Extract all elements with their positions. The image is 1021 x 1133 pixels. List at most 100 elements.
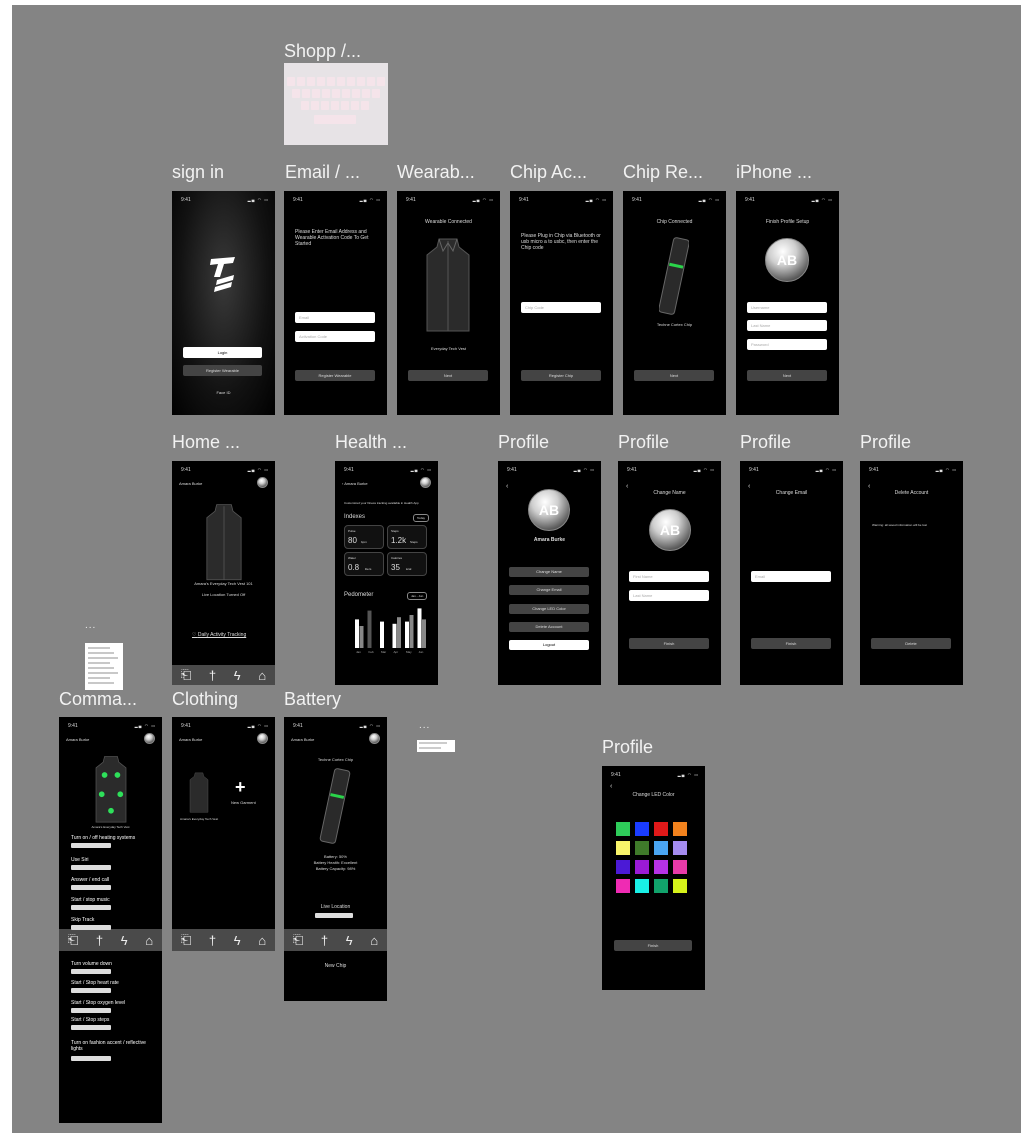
key-c[interactable]	[321, 101, 329, 110]
health-tab-icon[interactable]: ⎗	[181, 932, 191, 948]
pulse-tile[interactable]: Pulse 80 bpm	[344, 525, 384, 549]
signin-frame[interactable]: 9:41 ▂▄ ◠ ▭ Login Register Wearable Face…	[172, 191, 275, 415]
back-icon[interactable]: ‹	[868, 483, 870, 490]
color-swatch[interactable]	[635, 841, 649, 855]
clothing-tab-icon[interactable]: †	[321, 933, 328, 948]
command-list-thumbnail[interactable]	[85, 643, 123, 690]
color-swatch[interactable]	[654, 822, 668, 836]
home-frame[interactable]: 9:41 ▂▄ ◠ ▭ Amara Burke Amara's Everyday…	[172, 461, 275, 685]
color-swatch[interactable]	[616, 841, 630, 855]
pedometer-bar[interactable]	[405, 621, 409, 648]
chip-registered-frame[interactable]: 9:41 ▂▄ ◠ ▭ Chip Connected Techne Cortex…	[623, 191, 726, 415]
delete-button[interactable]: Delete	[871, 638, 951, 649]
key-o[interactable]	[367, 77, 375, 86]
change-email-frame[interactable]: 9:41 ▂▄ ◠ ▭ ‹ Change Email Email Finish	[740, 461, 843, 685]
calories-tile[interactable]: Calories 35 kcal	[387, 552, 427, 576]
change-email-button[interactable]: Change Email	[509, 585, 589, 595]
register-chip-button[interactable]: Register Chip	[521, 370, 601, 381]
commands-tab-icon[interactable]: ϟ	[346, 933, 353, 948]
delete-account-button[interactable]: Delete Account	[509, 622, 589, 632]
avatar[interactable]	[257, 477, 268, 488]
color-swatch[interactable]	[654, 879, 668, 893]
logout-button[interactable]: Logout	[509, 640, 589, 650]
range-toggle[interactable]: Jan - Jun	[407, 592, 428, 600]
home-tab-icon[interactable]: ⌂	[145, 933, 153, 948]
chip-activation-frame[interactable]: 9:41 ▂▄ ◠ ▭ Please Plug in Chip via Blue…	[510, 191, 613, 415]
key-m[interactable]	[361, 101, 369, 110]
more-icon[interactable]: ...	[85, 620, 96, 631]
color-swatch[interactable]	[635, 879, 649, 893]
back-icon[interactable]: ‹	[748, 483, 750, 490]
commands-tab-icon[interactable]: ϟ	[234, 668, 241, 683]
new-garment-label[interactable]: New Garment	[231, 800, 256, 805]
avatar[interactable]	[420, 477, 431, 488]
command-shortcut-field[interactable]	[71, 843, 111, 848]
back-icon[interactable]: ‹	[506, 483, 508, 490]
pedometer-bar[interactable]	[397, 617, 401, 648]
change-name-button[interactable]: Change Name	[509, 567, 589, 577]
key-a[interactable]	[292, 89, 300, 98]
last-name-field[interactable]: Last Name	[629, 590, 709, 601]
pedometer-bar[interactable]	[422, 619, 426, 648]
key-p[interactable]	[377, 77, 385, 86]
key-u[interactable]	[347, 77, 355, 86]
command-shortcut-field[interactable]	[71, 988, 111, 993]
avatar[interactable]	[257, 733, 268, 744]
avatar[interactable]: AB	[649, 509, 691, 551]
avatar[interactable]: AB	[765, 238, 809, 282]
key-t[interactable]	[327, 77, 335, 86]
home-tab-icon[interactable]: ⌂	[258, 933, 266, 948]
faceid-link[interactable]: Face ID	[172, 390, 275, 395]
command-shortcut-field[interactable]	[71, 1056, 111, 1061]
email-field[interactable]: Email	[751, 571, 831, 582]
key-b[interactable]	[341, 101, 349, 110]
daily-activity-link[interactable]: ♡ Daily Activity Tracking	[192, 632, 246, 638]
clothing-tab-icon[interactable]: †	[209, 933, 216, 948]
commands-frame[interactable]: 9:41 ▂▄ ◠ ▭ Amara Burke Amara's Everyday…	[59, 717, 162, 1123]
clothing-frame[interactable]: 9:41 ▂▄ ◠ ▭ Amara Burke Amara's Everyday…	[172, 717, 275, 951]
key-v[interactable]	[331, 101, 339, 110]
keyboard-frame[interactable]	[284, 63, 388, 145]
command-shortcut-field[interactable]	[71, 865, 111, 870]
profile-frame[interactable]: 9:41 ▂▄ ◠ ▭ ‹ AB Amara Burke Change Name…	[498, 461, 601, 685]
pedometer-bar[interactable]	[367, 610, 372, 648]
color-swatch[interactable]	[673, 841, 687, 855]
key-n[interactable]	[351, 101, 359, 110]
color-swatch[interactable]	[654, 841, 668, 855]
color-swatch[interactable]	[635, 860, 649, 874]
next-button[interactable]: Next	[634, 370, 714, 381]
color-swatch[interactable]	[673, 860, 687, 874]
led-color-frame[interactable]: 9:41 ▂▄ ◠ ▭ ‹ Change LED Color Finish	[602, 766, 705, 990]
key-y[interactable]	[337, 77, 345, 86]
finish-button[interactable]: Finish	[629, 638, 709, 649]
last-name-field[interactable]: Last Name	[747, 320, 827, 331]
avatar[interactable]: AB	[528, 489, 570, 531]
login-button[interactable]: Login	[183, 347, 262, 358]
chip-code-field[interactable]: Chip Code	[521, 302, 601, 313]
command-shortcut-field[interactable]	[71, 905, 111, 910]
health-frame[interactable]: 9:41 ▂▄ ◠ ▭ ‹ Amara Burke Customized you…	[335, 461, 438, 685]
command-shortcut-field[interactable]	[71, 925, 111, 930]
pedometer-bar[interactable]	[392, 623, 397, 648]
commands-tab-icon[interactable]: ϟ	[121, 933, 128, 948]
small-component-thumbnail[interactable]	[417, 740, 455, 752]
more-icon[interactable]: ...	[419, 720, 430, 731]
email-frame[interactable]: 9:41 ▂▄ ◠ ▭ Please Enter Email Address a…	[284, 191, 387, 415]
key-r[interactable]	[317, 77, 325, 86]
avatar[interactable]	[144, 733, 155, 744]
command-shortcut-field[interactable]	[71, 885, 111, 890]
water-tile[interactable]: Water 0.8 liters	[344, 552, 384, 576]
finish-button[interactable]: Finish	[751, 638, 831, 649]
clothing-tab-icon[interactable]: †	[209, 668, 216, 683]
battery-frame[interactable]: 9:41 ▂▄ ◠ ▭ Amara Burke Techne Cortex Ch…	[284, 717, 387, 1001]
pedometer-bar[interactable]	[417, 608, 422, 648]
email-field[interactable]: Email	[295, 312, 375, 323]
back-icon[interactable]: ‹	[610, 783, 612, 790]
health-tab-icon[interactable]: ⎗	[293, 932, 303, 948]
pedometer-bar[interactable]	[380, 621, 384, 648]
live-location-toggle[interactable]	[315, 913, 353, 918]
color-swatch[interactable]	[616, 860, 630, 874]
home-tab-icon[interactable]: ⌂	[258, 668, 266, 683]
change-name-frame[interactable]: 9:41 ▂▄ ◠ ▭ ‹ Change Name AB First Name …	[618, 461, 721, 685]
color-swatch[interactable]	[635, 822, 649, 836]
